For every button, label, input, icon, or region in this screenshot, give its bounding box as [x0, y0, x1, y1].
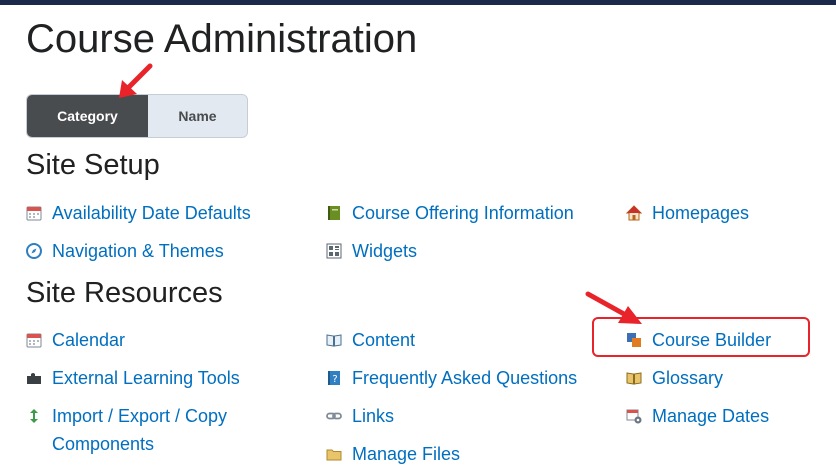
link-label: Course Offering Information — [352, 203, 574, 223]
link-label: Glossary — [652, 368, 724, 388]
svg-text:?: ? — [332, 374, 337, 385]
import-export-icon — [26, 408, 42, 424]
link-label: Links — [352, 406, 395, 426]
page-title: Course Administration — [26, 17, 418, 61]
link-label: Import / Export / Copy Components — [52, 406, 228, 454]
link-import-export-copy-components[interactable]: Import / Export / Copy Components — [26, 402, 284, 458]
link-content[interactable]: Content — [326, 326, 415, 354]
link-calendar[interactable]: Calendar — [26, 326, 125, 354]
manage-dates-icon — [626, 408, 642, 424]
faq-icon: ? — [326, 370, 342, 386]
name-view-button[interactable]: Name — [148, 95, 247, 137]
top-navigation-bar — [0, 0, 836, 5]
link-label: External Learning Tools — [52, 368, 240, 388]
site-setup-heading: Site Setup — [26, 149, 160, 181]
course-administration-page: Course Administration Category Name Site… — [0, 0, 836, 466]
widget-grid-icon — [326, 243, 342, 259]
site-resources-heading: Site Resources — [26, 277, 223, 309]
link-label: Frequently Asked Questions — [352, 368, 578, 388]
arrow-pointing-course-builder-icon — [585, 291, 642, 324]
link-label: Calendar — [52, 330, 126, 350]
glossary-icon — [626, 370, 642, 386]
compass-icon — [26, 243, 42, 259]
folder-icon — [326, 446, 342, 462]
home-icon — [626, 205, 642, 221]
link-navigation-themes[interactable]: Navigation & Themes — [26, 237, 224, 265]
link-frequently-asked-questions[interactable]: ? Frequently Asked Questions — [326, 364, 577, 392]
calendar-icon — [26, 332, 42, 348]
book-icon — [326, 205, 342, 221]
open-book-icon — [326, 332, 342, 348]
link-icon — [326, 408, 342, 424]
link-label: Manage Files — [352, 444, 461, 464]
link-label: Content — [352, 330, 416, 350]
link-links[interactable]: Links — [326, 402, 394, 430]
link-availability-date-defaults[interactable]: Availability Date Defaults — [26, 199, 251, 227]
link-manage-dates[interactable]: Manage Dates — [626, 402, 769, 430]
link-course-offering-information[interactable]: Course Offering Information — [326, 199, 574, 227]
link-widgets[interactable]: Widgets — [326, 237, 417, 265]
link-external-learning-tools[interactable]: External Learning Tools — [26, 364, 240, 392]
link-homepages[interactable]: Homepages — [626, 199, 749, 227]
arrow-pointing-category-icon — [119, 63, 153, 98]
link-label: Availability Date Defaults — [52, 203, 251, 223]
puzzle-icon — [26, 370, 42, 386]
link-label: Homepages — [652, 203, 750, 223]
link-label: Manage Dates — [652, 406, 770, 426]
link-label: Navigation & Themes — [52, 241, 224, 261]
link-manage-files[interactable]: Manage Files — [326, 440, 460, 466]
link-glossary[interactable]: Glossary — [626, 364, 723, 392]
calendar-icon — [26, 205, 42, 221]
link-label: Widgets — [352, 241, 418, 261]
